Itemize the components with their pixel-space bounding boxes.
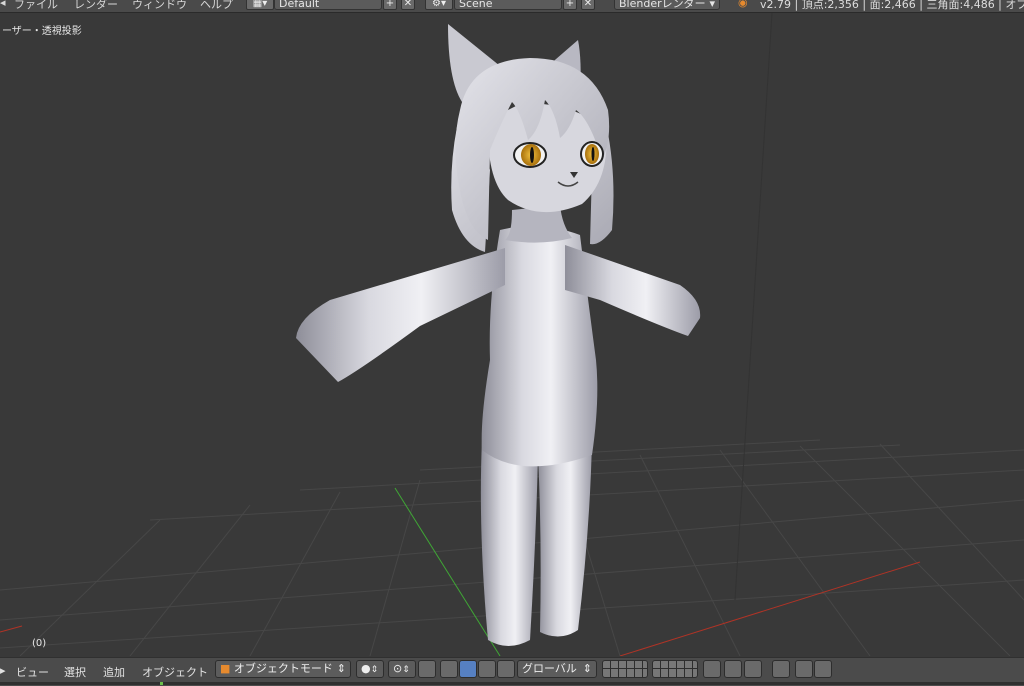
render-engine-dropdown[interactable]: Blenderレンダー ▾ — [614, 0, 720, 10]
menu-window[interactable]: ウィンドウ — [132, 0, 187, 12]
info-header: ◂ ファイル レンダー ウィンドウ ヘルプ ▦▾ Default + ✕ ⚙▾ … — [0, 0, 1024, 13]
menu-object[interactable]: オブジェクト — [142, 664, 208, 680]
add-icon[interactable]: + — [383, 0, 397, 10]
left-pupil — [530, 147, 534, 163]
snap-element-icon[interactable] — [744, 660, 762, 678]
mode-dropdown[interactable]: ■ オブジェクトモード ⇕ — [215, 660, 351, 678]
pivot-point-dropdown[interactable]: ⊙⇕ — [388, 660, 416, 678]
editor-type-icon[interactable]: ▸ — [0, 664, 6, 677]
snap-toggle-icon[interactable] — [772, 660, 790, 678]
layer-buttons-1[interactable] — [602, 660, 648, 678]
screen-layout-field[interactable]: Default — [274, 0, 382, 10]
chevron-updown-icon: ⇕ — [402, 665, 410, 675]
character-model[interactable] — [296, 24, 701, 646]
x-axis-line — [619, 561, 921, 656]
proportional-edit-icon[interactable] — [724, 660, 742, 678]
menu-render[interactable]: レンダー — [74, 0, 118, 12]
screen-layout-icon[interactable]: ▦▾ — [246, 0, 274, 10]
menu-file[interactable]: ファイル — [14, 0, 58, 12]
object-cube-icon: ■ — [220, 662, 231, 675]
vertical-guide-line — [734, 13, 773, 601]
solid-shading-icon: ● — [361, 662, 371, 675]
blender-logo-icon: ◉ — [738, 0, 748, 9]
render-engine-label: Blenderレンダー — [619, 0, 706, 10]
left-arm — [296, 248, 505, 382]
transform-manipulator-icon[interactable] — [440, 660, 458, 678]
menu-select[interactable]: 選択 — [64, 664, 86, 680]
layer-buttons-2[interactable] — [652, 660, 698, 678]
scene-icon[interactable]: ⚙▾ — [425, 0, 453, 10]
rotate-manipulator-icon[interactable] — [478, 660, 496, 678]
chevron-updown-icon: ⇕ — [336, 662, 346, 675]
chevron-updown-icon: ⇕ — [582, 662, 592, 675]
right-pupil — [591, 147, 595, 161]
chevron-updown-icon: ⇕ — [370, 665, 379, 675]
viewport-shading-dropdown[interactable]: ●⇕ — [356, 660, 384, 678]
layer-lock-icon[interactable] — [703, 660, 721, 678]
close-icon[interactable]: ✕ — [581, 0, 595, 10]
chevron-down-icon: ▾ — [709, 0, 715, 10]
editor-type-icon[interactable]: ◂ — [0, 0, 6, 9]
pivot-point-icon: ⊙ — [393, 662, 403, 675]
render-animation-icon[interactable] — [814, 660, 832, 678]
left-leg — [480, 440, 538, 646]
add-icon[interactable]: + — [563, 0, 577, 10]
close-icon[interactable]: ✕ — [401, 0, 415, 10]
manipulator-center-icon[interactable] — [418, 660, 436, 678]
render-preview-icon[interactable] — [795, 660, 813, 678]
mode-label: オブジェクトモード — [233, 662, 333, 675]
x-axis-line — [0, 625, 23, 633]
scene-stats: v2.79 | 頂点:2,356 | 面:2,466 | 三角面:4,486 |… — [760, 0, 1024, 11]
scene-field[interactable]: Scene — [454, 0, 562, 10]
viewport-view-label: ーザー・透視投影 — [2, 26, 82, 37]
translate-manipulator-icon[interactable] — [459, 660, 477, 678]
right-leg — [538, 440, 592, 637]
menu-view[interactable]: ビュー — [16, 664, 49, 680]
transform-orientation-dropdown[interactable]: グローバル ⇕ — [517, 660, 597, 678]
menu-add[interactable]: 追加 — [103, 664, 125, 680]
orientation-label: グローバル — [522, 662, 577, 675]
scale-manipulator-icon[interactable] — [497, 660, 515, 678]
3d-viewport[interactable] — [0, 13, 1024, 656]
menu-help[interactable]: ヘルプ — [200, 0, 233, 12]
frame-indicator: (0) — [32, 638, 47, 649]
